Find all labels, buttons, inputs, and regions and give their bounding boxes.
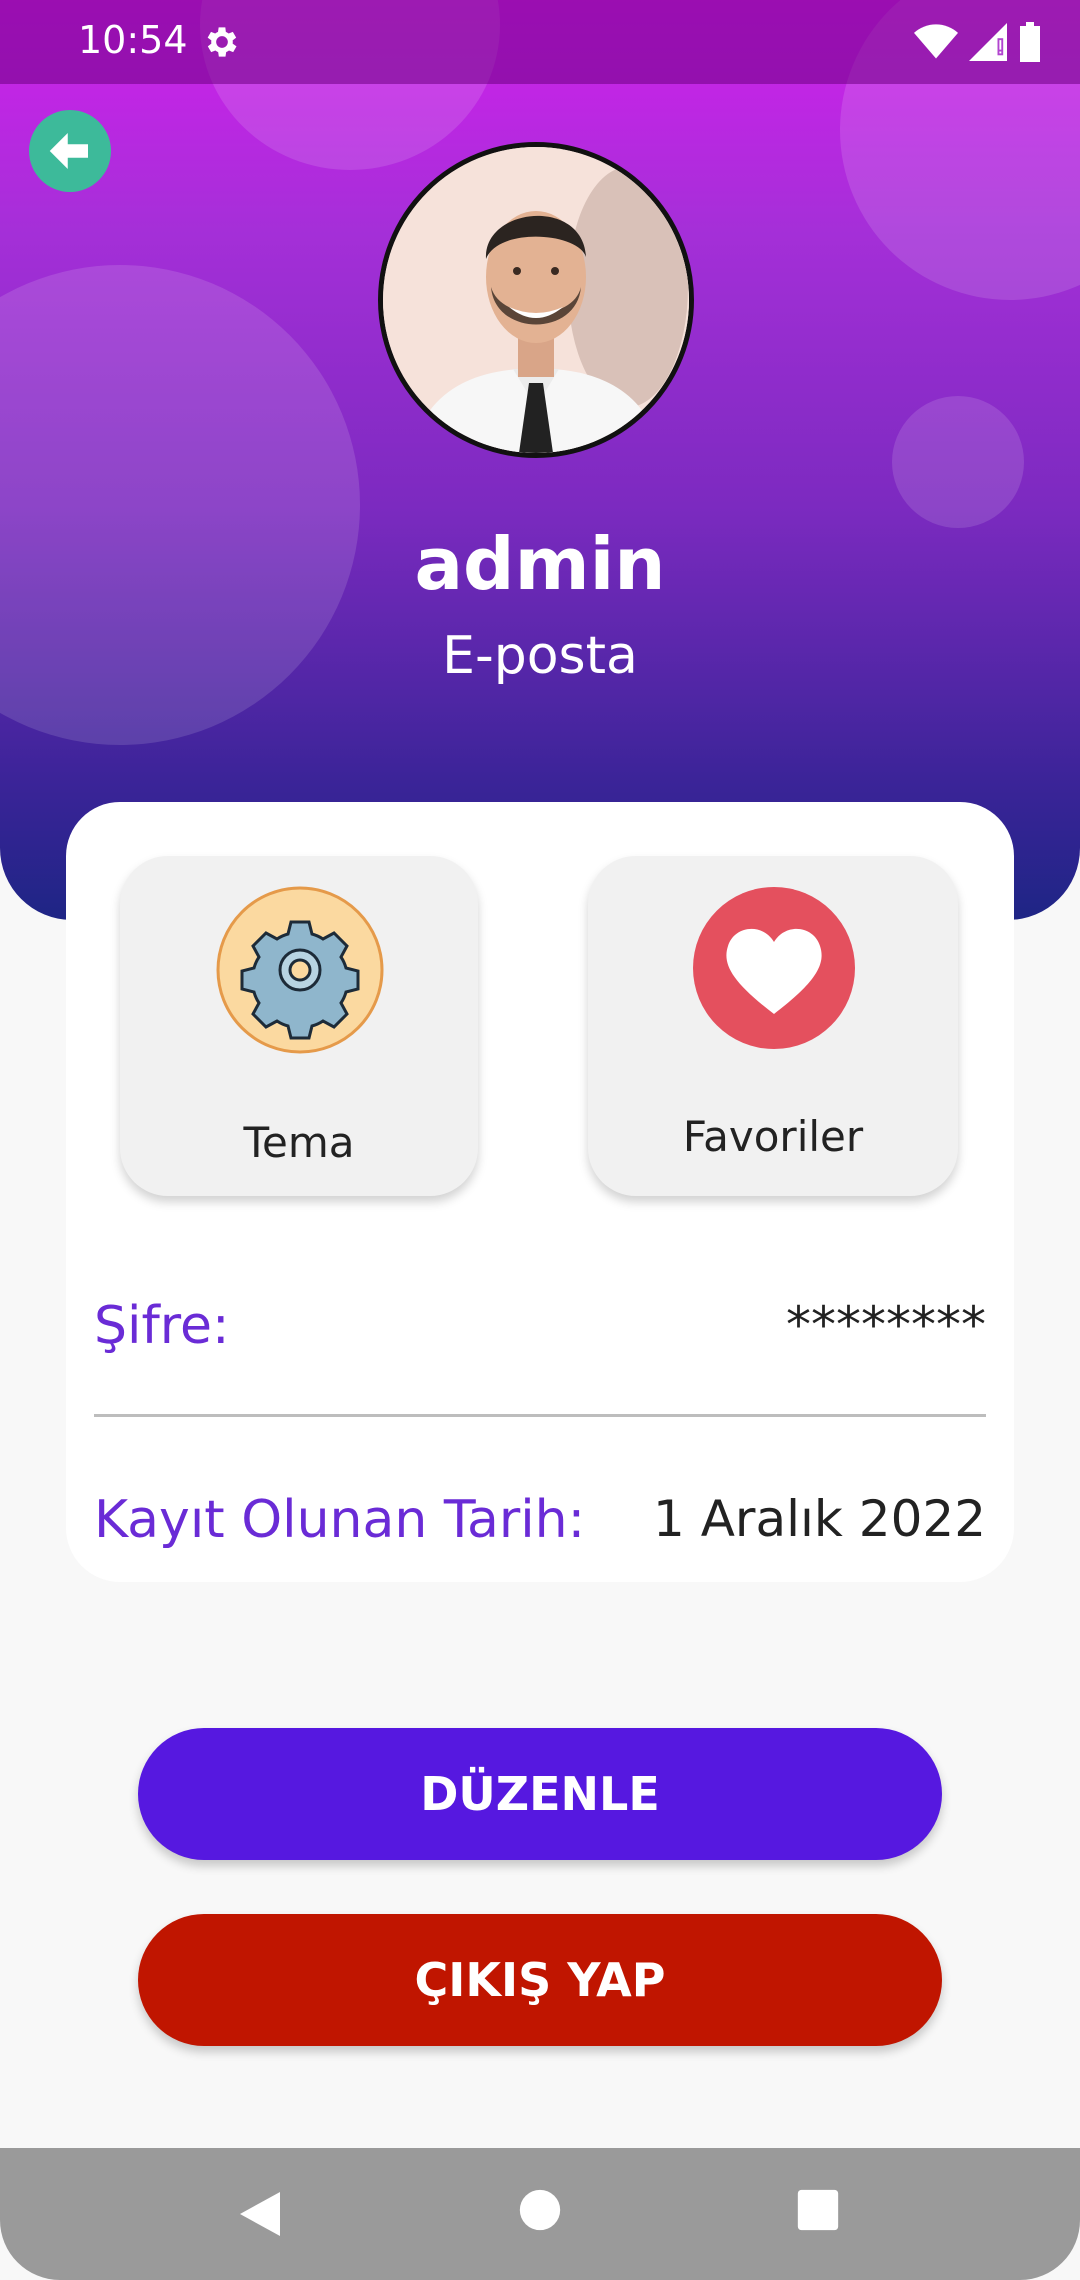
cell-signal-icon: [969, 23, 1007, 61]
theme-tile[interactable]: Tema: [120, 856, 478, 1196]
registration-date-value: 1 Aralık 2022: [653, 1490, 986, 1548]
heart-icon: [693, 887, 855, 1049]
status-time: 10:54: [78, 18, 188, 62]
profile-avatar: [378, 142, 694, 458]
profile-card: Tema Favoriler Şifre: ******** Kayıt Olu…: [66, 802, 1014, 1582]
registration-date-label: Kayıt Olunan Tarih:: [94, 1490, 586, 1550]
logout-button[interactable]: ÇIKIŞ YAP: [138, 1914, 942, 2046]
row-divider: [94, 1414, 986, 1417]
status-icons: [914, 22, 1042, 62]
nav-back-icon[interactable]: [236, 2188, 284, 2240]
edit-button[interactable]: DÜZENLE: [138, 1728, 942, 1860]
settings-gear-icon: [207, 27, 237, 57]
navigation-bar: [0, 2148, 1080, 2280]
gear-icon: [216, 886, 384, 1054]
battery-icon: [1020, 22, 1040, 62]
nav-recents-icon[interactable]: [796, 2188, 840, 2232]
nav-home-icon[interactable]: [518, 2188, 562, 2232]
theme-tile-label: Tema: [243, 1118, 355, 1167]
profile-header: 10:54 admin E-posta: [0, 0, 1080, 920]
password-value: ********: [786, 1296, 986, 1354]
profile-email: E-posta: [442, 626, 638, 686]
password-label: Şifre:: [94, 1296, 230, 1356]
arrow-left-icon: [49, 133, 88, 169]
avatar-image: [383, 147, 689, 453]
profile-username: admin: [414, 522, 666, 606]
favorites-tile[interactable]: Favoriler: [588, 856, 958, 1196]
favorites-tile-label: Favoriler: [682, 1112, 864, 1161]
wifi-icon: [914, 24, 958, 59]
back-button[interactable]: [29, 110, 111, 192]
decor-bubble: [892, 396, 1024, 528]
